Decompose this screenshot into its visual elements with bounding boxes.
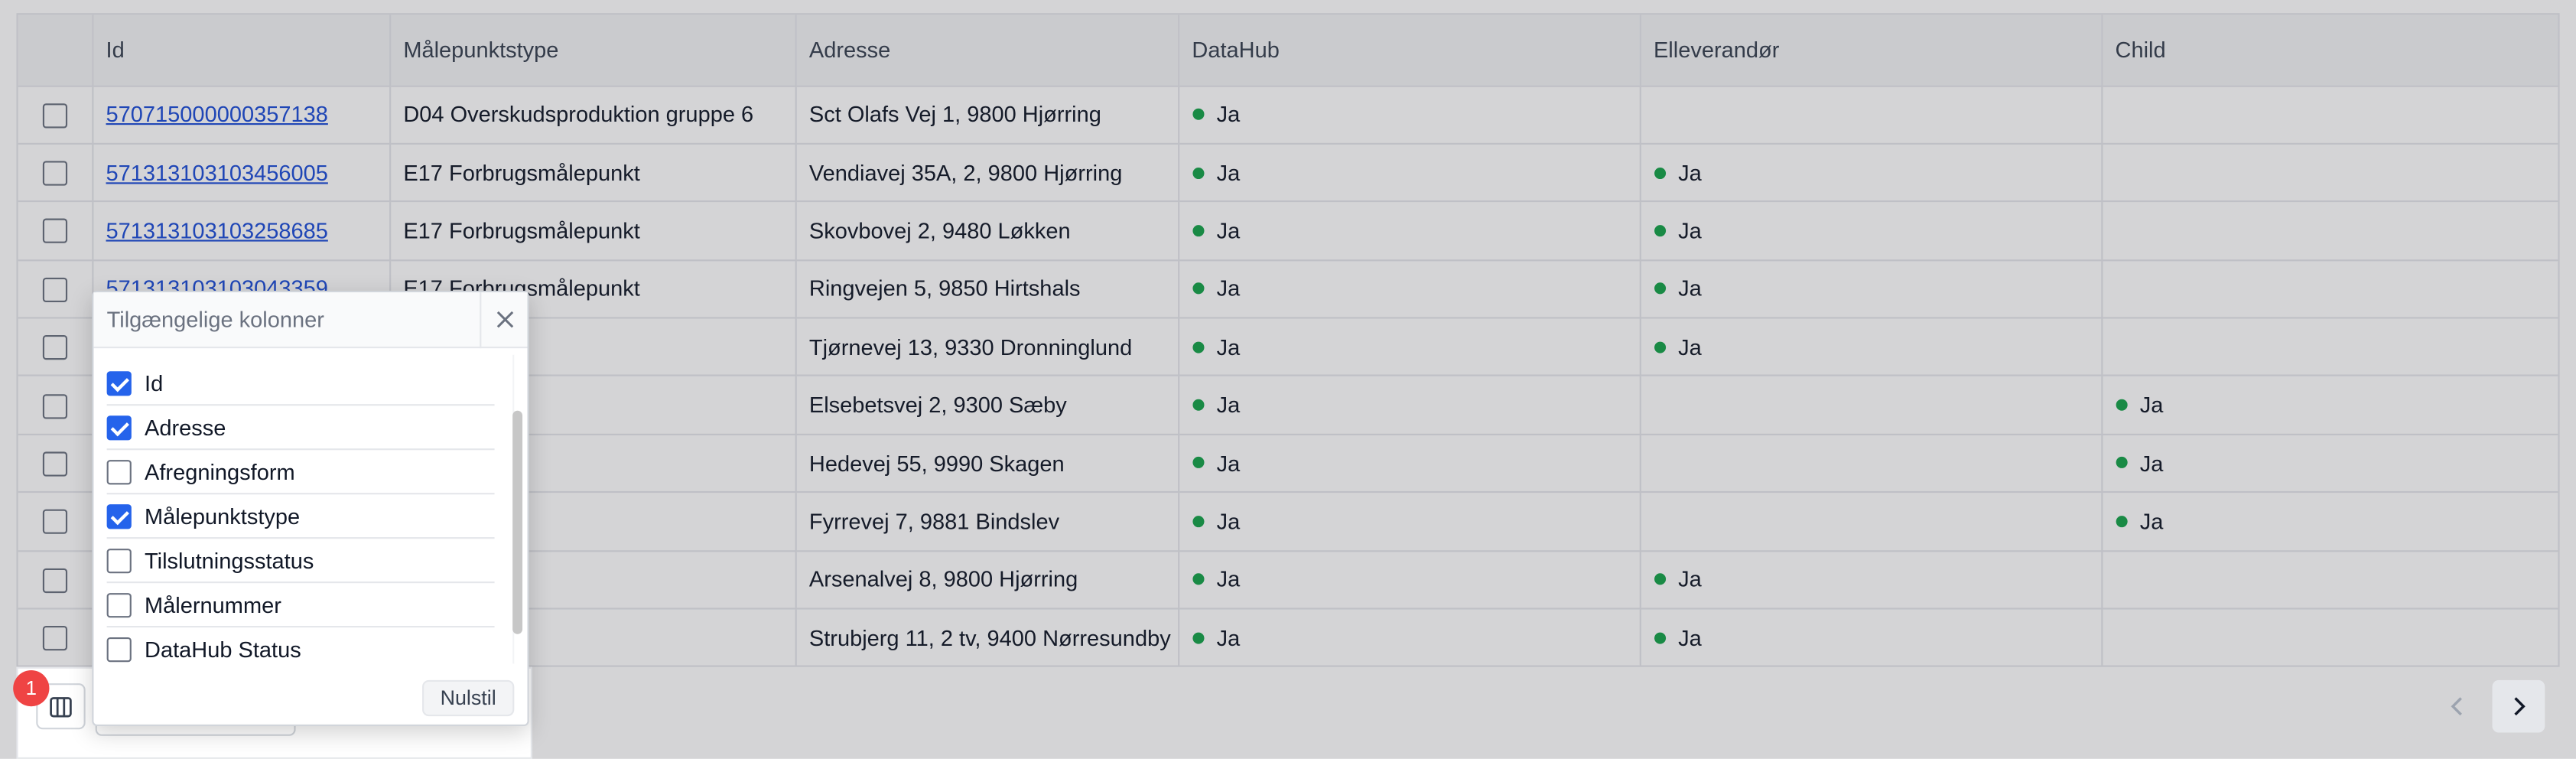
column-option-tilslutningsstatus[interactable]: Tilslutningsstatus — [106, 539, 495, 584]
column-option-adresse[interactable]: Adresse — [106, 406, 495, 451]
reset-columns-button[interactable]: Nulstil — [421, 679, 515, 716]
column-option-checkbox[interactable] — [106, 370, 132, 396]
column-option-afregningsform[interactable]: Afregningsform — [106, 450, 495, 495]
columns-icon — [50, 696, 72, 717]
next-page-button[interactable] — [2492, 679, 2545, 733]
previous-page-button[interactable] — [2431, 680, 2484, 733]
column-option-label: Tilslutningsstatus — [145, 548, 314, 573]
column-option-målernummer[interactable]: Målernummer — [106, 583, 495, 628]
chevron-left-icon — [2451, 697, 2462, 716]
popover-title: Tilgængelige kolonner — [106, 307, 324, 332]
column-option-label: Målernummer — [145, 591, 281, 617]
column-option-checkbox[interactable] — [106, 503, 132, 529]
column-option-id[interactable]: Id — [106, 361, 495, 406]
popover-header: Tilgængelige kolonner — [93, 292, 528, 349]
column-option-checkbox[interactable] — [106, 636, 132, 662]
column-option-målepunktstype[interactable]: Målepunktstype — [106, 494, 495, 539]
column-option-label: DataHub Status — [145, 636, 301, 662]
column-option-label: Afregningsform — [145, 459, 295, 484]
column-picker-popover: Tilgængelige kolonner Id Adresse Afregning… — [92, 291, 529, 726]
close-popover-button[interactable] — [480, 292, 527, 348]
column-option-checkbox[interactable] — [106, 548, 132, 573]
close-icon — [496, 311, 513, 328]
column-option-label: Målepunktstype — [145, 503, 301, 529]
popover-footer: Nulstil — [93, 670, 527, 725]
scrollbar-thumb[interactable] — [512, 410, 523, 634]
chevron-right-icon — [2514, 697, 2526, 716]
column-option-label: Adresse — [145, 415, 226, 440]
active-filter-badge: 1 — [13, 669, 50, 707]
column-option-label: Id — [145, 370, 164, 396]
column-option-checkbox[interactable] — [106, 459, 132, 484]
column-options-list: Id Adresse Afregningsform Målepunktstype Til… — [93, 348, 527, 670]
column-option-checkbox[interactable] — [106, 591, 132, 617]
column-option-checkbox[interactable] — [106, 415, 132, 440]
column-option-datahub-status[interactable]: DataHub Status — [106, 627, 495, 670]
app-canvas: Id Målepunktstype Adresse DataHub Elleve… — [0, 0, 2576, 759]
